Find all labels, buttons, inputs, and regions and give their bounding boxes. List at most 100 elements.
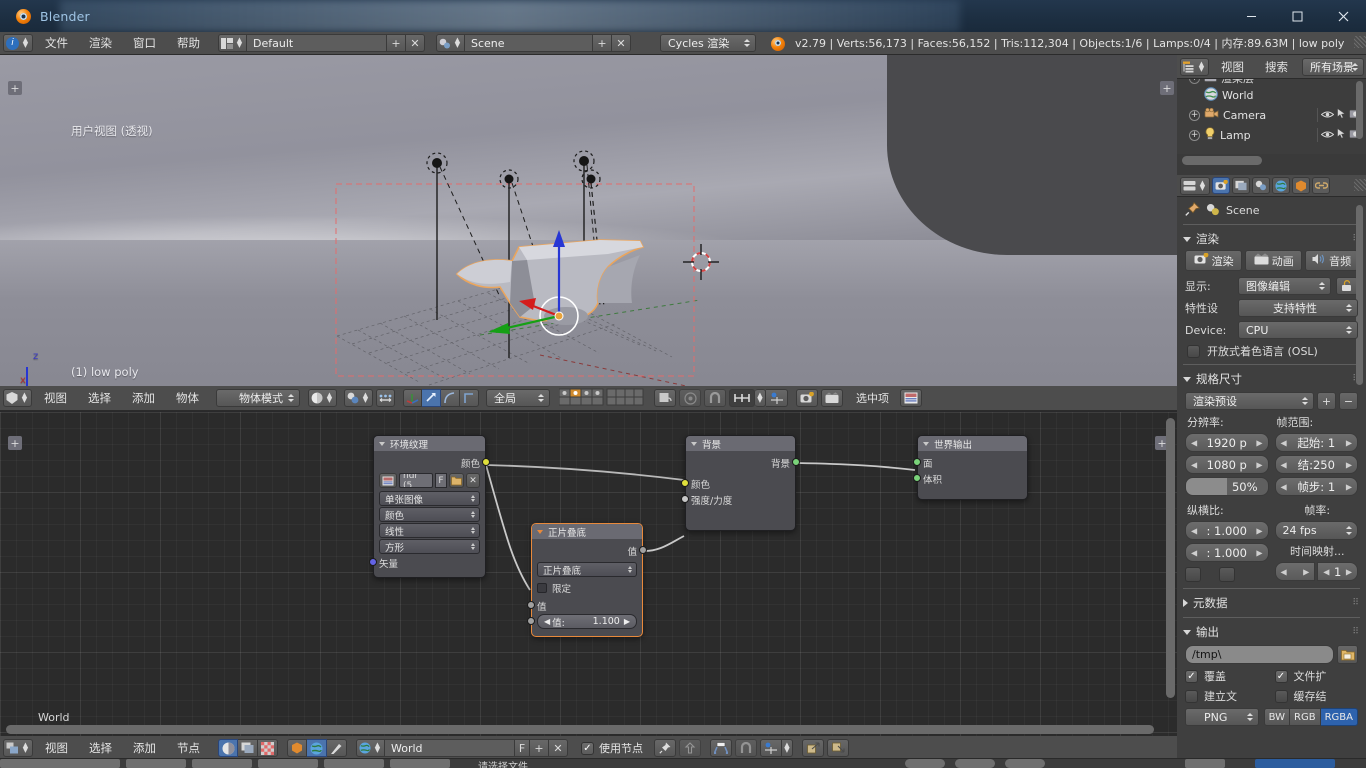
input-socket[interactable] xyxy=(527,617,535,625)
eye-icon[interactable] xyxy=(1320,129,1335,142)
projection-dropdown[interactable]: 方形 xyxy=(379,539,480,554)
osl-row[interactable]: 开放式着色语言 (OSL) xyxy=(1177,341,1366,361)
menu-view[interactable]: 视图 xyxy=(35,388,76,408)
expand-triangle-icon[interactable] xyxy=(1183,599,1188,607)
render-preset-selector[interactable]: 渲染预设 xyxy=(1185,392,1314,410)
input-socket[interactable] xyxy=(527,601,535,609)
add-scene-button[interactable]: + xyxy=(593,34,612,52)
image-name-field[interactable]: hdr (5 xyxy=(399,473,433,488)
decrement-arrow-icon[interactable]: ◀ xyxy=(1191,548,1197,557)
resolution-y-field[interactable]: ◀ 1080 p ▶ xyxy=(1185,455,1269,474)
menu-window[interactable]: 窗口 xyxy=(124,33,165,53)
device-selector[interactable]: CPU xyxy=(1238,321,1358,339)
unlink-image-button[interactable]: ✕ xyxy=(466,473,480,488)
minimize-icon[interactable] xyxy=(1228,0,1274,32)
clamp-checkbox-row[interactable]: 限定 xyxy=(537,580,637,595)
increment-arrow-icon[interactable]: ▶ xyxy=(1346,567,1352,576)
aspect-y-field[interactable]: ◀ : 1.000 ▶ xyxy=(1185,543,1269,562)
feature-set-selector[interactable]: 支持特性 xyxy=(1238,299,1358,317)
pivot-point-icon[interactable]: ▲ ▼ xyxy=(344,389,373,407)
menu-node[interactable]: 节点 xyxy=(168,738,209,758)
input-socket[interactable] xyxy=(369,558,377,566)
chevron-updown-icon[interactable]: ▲ ▼ xyxy=(782,739,793,757)
editor-type-selector[interactable]: i ▲ ▼ xyxy=(3,34,33,52)
expand-icon[interactable]: + xyxy=(1189,79,1200,84)
node-input-strength[interactable]: 强度/力度 xyxy=(681,492,790,507)
increment-arrow-icon[interactable]: ▶ xyxy=(1256,548,1262,557)
eye-icon[interactable] xyxy=(1320,109,1335,122)
collapse-triangle-icon[interactable] xyxy=(691,441,697,446)
animation-button[interactable]: 动画 xyxy=(1245,250,1303,271)
render-engine-selector[interactable]: Cycles 渲染 xyxy=(660,34,756,52)
node-output-color[interactable]: 颜色 xyxy=(379,455,490,470)
crop-checkbox-icon[interactable] xyxy=(1219,567,1235,582)
menu-search[interactable]: 搜索 xyxy=(1256,57,1297,77)
color-mode-rgb[interactable]: RGB xyxy=(1290,708,1321,726)
backdrop-icon[interactable] xyxy=(710,739,732,757)
3d-view-editor-icon[interactable]: ▲ ▼ xyxy=(3,389,32,407)
menu-select[interactable]: 选择 xyxy=(80,738,121,758)
outliner-row-lamp[interactable]: + Lamp xyxy=(1177,125,1366,145)
node-group-exit-icon[interactable] xyxy=(827,739,849,757)
world-tab-icon[interactable] xyxy=(1272,177,1290,194)
snap-magnet-icon[interactable] xyxy=(704,389,726,407)
scene-icon[interactable]: ▲ ▼ xyxy=(436,34,465,52)
unlink-world-button[interactable]: ✕ xyxy=(549,739,568,757)
increment-arrow-icon[interactable]: ▶ xyxy=(1346,460,1352,469)
cursor-arrow-icon[interactable] xyxy=(1337,127,1346,142)
fps-selector[interactable]: 24 fps xyxy=(1274,521,1358,540)
world-data-icon[interactable]: ▲ ▼ xyxy=(356,739,385,757)
decrement-arrow-icon[interactable]: ◀ xyxy=(1323,567,1329,576)
manipulator-toggle[interactable] xyxy=(376,389,395,407)
image-browse-icon[interactable] xyxy=(379,473,397,488)
lock-camera-icon[interactable] xyxy=(654,389,676,407)
output-path-field[interactable]: /tmp\ xyxy=(1185,645,1334,664)
render-tab-icon[interactable] xyxy=(1212,177,1230,194)
increment-arrow-icon[interactable]: ▶ xyxy=(1256,438,1262,447)
node-environment-texture[interactable]: 环境纹理 颜色 hdr (5 F ✕ 单张图像 颜色 线性 方形 矢量 xyxy=(369,435,490,578)
render-layers-tab-icon[interactable] xyxy=(1232,177,1250,194)
fake-user-button[interactable]: F xyxy=(435,473,447,488)
fake-user-button[interactable]: F xyxy=(515,739,530,757)
file-format-selector[interactable]: PNG xyxy=(1185,708,1259,726)
3d-viewport[interactable]: 用户视图 (透视) (1) low poly z x + + xyxy=(0,55,1177,386)
resolution-x-field[interactable]: ◀ 1920 p ▶ xyxy=(1185,433,1269,452)
blend-mode-dropdown[interactable]: 正片叠底 xyxy=(537,562,637,577)
decrement-arrow-icon[interactable]: ◀ xyxy=(1191,438,1197,447)
frame-start-field[interactable]: ◀ 起始: 1 ▶ xyxy=(1274,433,1358,452)
border-checkbox-icon[interactable] xyxy=(1185,567,1201,582)
dimensions-panel-header[interactable]: 规格尺寸 ⠿ xyxy=(1177,368,1366,390)
collapse-triangle-icon[interactable] xyxy=(1183,629,1191,635)
file-extensions-row[interactable]: ✓ 文件扩 xyxy=(1274,668,1359,684)
scene-name[interactable]: Scene xyxy=(465,34,593,52)
outliner-editor-icon[interactable]: ▲ ▼ xyxy=(1180,57,1209,76)
render-animation-icon[interactable] xyxy=(821,389,843,407)
collapse-triangle-icon[interactable] xyxy=(923,441,929,446)
frame-step-field[interactable]: ◀ 帧步: 1 ▶ xyxy=(1274,477,1358,496)
linestyle-shader-icon[interactable] xyxy=(327,739,347,757)
remove-preset-button[interactable]: − xyxy=(1339,392,1358,410)
outliner-tree[interactable]: + 渲染层 World + xyxy=(1177,79,1366,154)
outliner-vscrollbar[interactable] xyxy=(1356,81,1363,139)
interaction-mode-selector[interactable]: 物体模式 xyxy=(216,389,300,407)
node-output-value[interactable]: 值 xyxy=(537,543,647,558)
delete-layout-button[interactable]: ✕ xyxy=(406,34,425,52)
scene-layers-icon[interactable] xyxy=(559,388,647,408)
render-button[interactable]: 渲染 xyxy=(1185,250,1243,271)
properties-editor-icon[interactable]: ▲ ▼ xyxy=(1180,176,1210,195)
overwrite-row[interactable]: ✓ 覆盖 xyxy=(1185,668,1269,684)
color-dropdown[interactable]: 颜色 xyxy=(379,507,480,522)
compositing-nodes-icon[interactable] xyxy=(238,739,258,757)
decrement-arrow-icon[interactable]: ◀ xyxy=(1281,482,1287,491)
folder-icon[interactable] xyxy=(1337,645,1358,664)
node-input-vector[interactable]: 矢量 xyxy=(369,555,480,570)
outliner-editor[interactable]: ▲▼ 视图 搜索 所有场景 + 渲染层 xyxy=(1177,55,1366,175)
decrement-arrow-icon[interactable]: ◀ xyxy=(1191,460,1197,469)
add-preset-button[interactable]: + xyxy=(1317,392,1336,410)
audio-button[interactable]: 音频 xyxy=(1305,250,1358,271)
time-remap-old-field[interactable]: ◀ ▶ xyxy=(1274,562,1316,581)
go-to-parent-icon[interactable] xyxy=(679,739,701,757)
checkbox-icon[interactable] xyxy=(1185,689,1198,703)
object-shader-icon[interactable] xyxy=(287,739,307,757)
properties-vscrollbar[interactable] xyxy=(1356,205,1363,385)
